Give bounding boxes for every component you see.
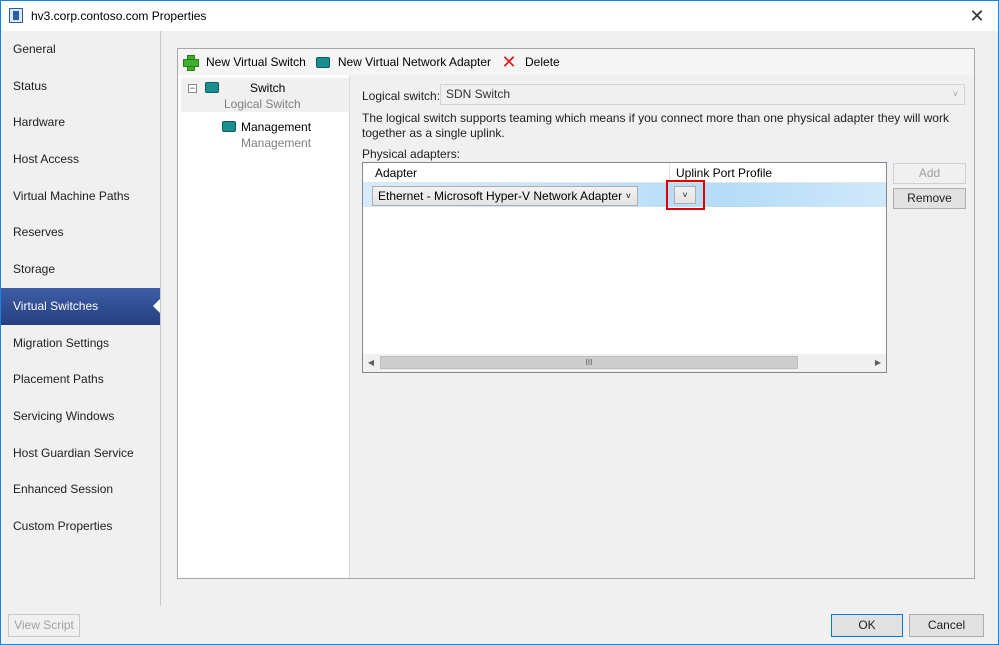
sidebar-item-custom-properties[interactable]: Custom Properties bbox=[1, 508, 160, 545]
sidebar-item-general[interactable]: General bbox=[1, 31, 160, 68]
scroll-right-icon[interactable]: ▶ bbox=[870, 354, 886, 372]
network-adapter-icon bbox=[315, 56, 330, 68]
highlight-annotation bbox=[666, 180, 705, 210]
teaming-description: The logical switch supports teaming whic… bbox=[362, 111, 949, 140]
delete-button[interactable]: ✕ Delete bbox=[501, 52, 560, 72]
sidebar-item-placement-paths[interactable]: Placement Paths bbox=[1, 361, 160, 398]
sidebar-item-storage[interactable]: Storage bbox=[1, 251, 160, 288]
adapter-name: Management bbox=[241, 120, 312, 134]
network-adapter-icon bbox=[222, 121, 236, 132]
sidebar-item-host-access[interactable]: Host Access bbox=[1, 141, 160, 178]
logical-switch-label: Logical switch: bbox=[362, 89, 441, 103]
host-properties-icon bbox=[9, 8, 23, 23]
sidebar-item-hardware[interactable]: Hardware bbox=[1, 104, 160, 141]
scrollbar-thumb[interactable]: III bbox=[380, 356, 798, 369]
new-virtual-network-adapter-label: New Virtual Network Adapter bbox=[337, 55, 492, 69]
logical-switch-value: SDN Switch bbox=[446, 87, 511, 101]
tree-node-switch[interactable]: − Switch Logical Switch bbox=[181, 78, 349, 112]
title-bar: hv3.corp.contoso.com Properties ✕ bbox=[1, 1, 998, 31]
switch-details: Logical switch: SDN Switch ˅ The logical… bbox=[350, 75, 974, 578]
scroll-left-icon[interactable]: ◀ bbox=[363, 354, 379, 372]
remove-button[interactable]: Remove bbox=[893, 188, 966, 209]
sidebar-item-migration-settings[interactable]: Migration Settings bbox=[1, 325, 160, 362]
physical-adapters-label: Physical adapters: bbox=[362, 147, 461, 161]
horizontal-scrollbar[interactable]: ◀ III ▶ bbox=[363, 354, 886, 372]
switch-type: Logical Switch bbox=[224, 97, 301, 111]
adapter-type: Management bbox=[241, 136, 312, 150]
sidebar-item-virtual-switches[interactable]: Virtual Switches bbox=[1, 287, 160, 325]
column-header-uplink-port-profile[interactable]: Uplink Port Profile bbox=[676, 166, 772, 180]
table-row[interactable]: Ethernet - Microsoft Hyper-V Network Ada… bbox=[363, 180, 886, 210]
sidebar-item-virtual-machine-paths[interactable]: Virtual Machine Paths bbox=[1, 178, 160, 215]
sidebar-item-reserves[interactable]: Reserves bbox=[1, 214, 160, 251]
sidebar-item-host-guardian-service[interactable]: Host Guardian Service bbox=[1, 435, 160, 472]
tree-node-management[interactable]: Management Management bbox=[218, 117, 348, 151]
sidebar-nav: General Status Hardware Host Access Virt… bbox=[1, 31, 161, 606]
collapse-icon[interactable]: − bbox=[188, 84, 197, 93]
new-virtual-switch-label: New Virtual Switch bbox=[206, 55, 306, 69]
virtual-switches-panel: New Virtual Switch New Virtual Network A… bbox=[177, 48, 975, 579]
add-icon bbox=[182, 54, 199, 71]
sidebar-item-enhanced-session[interactable]: Enhanced Session bbox=[1, 471, 160, 508]
delete-icon: ✕ bbox=[501, 52, 517, 72]
logical-switch-select: SDN Switch ˅ bbox=[440, 84, 965, 105]
column-header-adapter[interactable]: Adapter bbox=[375, 166, 417, 180]
sidebar-item-servicing-windows[interactable]: Servicing Windows bbox=[1, 398, 160, 435]
cancel-button[interactable]: Cancel bbox=[909, 614, 984, 637]
new-virtual-network-adapter-button[interactable]: New Virtual Network Adapter bbox=[315, 55, 492, 69]
switch-icon bbox=[205, 82, 219, 93]
adapter-value: Ethernet - Microsoft Hyper-V Network Ada… bbox=[378, 189, 623, 203]
grid-header: Adapter Uplink Port Profile bbox=[363, 163, 886, 183]
ok-button[interactable]: OK bbox=[831, 614, 903, 637]
switch-tree: − Switch Logical Switch Management Manag… bbox=[178, 75, 350, 578]
properties-dialog: hv3.corp.contoso.com Properties ✕ Genera… bbox=[0, 0, 999, 645]
switch-name: Switch bbox=[250, 81, 286, 95]
sidebar-item-status[interactable]: Status bbox=[1, 68, 160, 105]
window-title: hv3.corp.contoso.com Properties bbox=[31, 9, 207, 23]
adapter-select[interactable]: Ethernet - Microsoft Hyper-V Network Ada… bbox=[372, 186, 638, 206]
toolbar: New Virtual Switch New Virtual Network A… bbox=[178, 49, 974, 75]
chevron-down-icon: ˅ bbox=[952, 89, 958, 99]
view-script-button[interactable]: View Script bbox=[8, 614, 80, 637]
physical-adapters-grid: Adapter Uplink Port Profile Ethernet - M… bbox=[362, 162, 887, 373]
close-icon[interactable]: ✕ bbox=[966, 5, 988, 27]
delete-label: Delete bbox=[525, 55, 560, 69]
chevron-down-icon: ˅ bbox=[625, 191, 631, 201]
new-virtual-switch-button[interactable]: New Virtual Switch bbox=[182, 54, 306, 71]
add-button[interactable]: Add bbox=[893, 163, 966, 184]
